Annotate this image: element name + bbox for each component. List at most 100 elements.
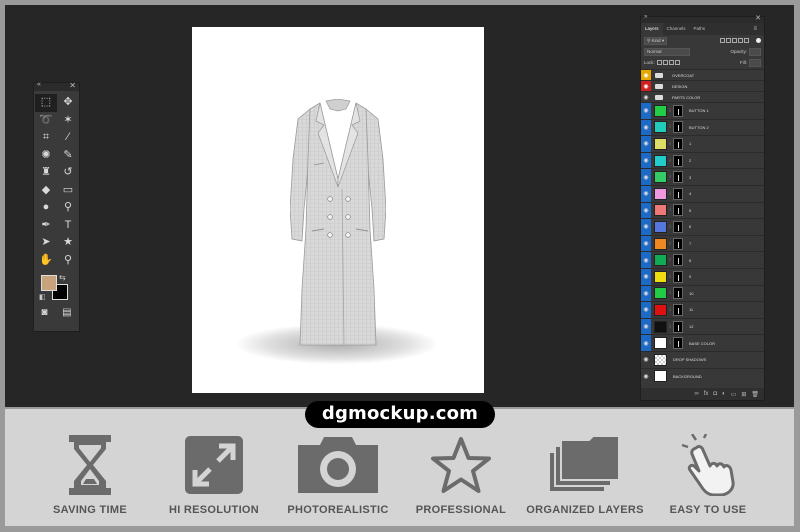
crop-tool-icon[interactable]: ⌗ xyxy=(35,129,57,147)
visibility-eye-icon[interactable]: ◉ xyxy=(641,136,651,152)
layer-thumbnail[interactable] xyxy=(654,154,667,167)
hand-tool-icon[interactable]: ✋ xyxy=(35,252,57,270)
layer-thumbnail[interactable] xyxy=(654,220,667,233)
brush-tool-icon[interactable]: ✎ xyxy=(57,147,79,165)
visibility-eye-icon[interactable]: ◉ xyxy=(641,185,651,202)
visibility-eye-icon[interactable]: ◉ xyxy=(641,202,651,219)
layer-thumbnail[interactable] xyxy=(654,370,667,383)
layer-mask-thumbnail[interactable] xyxy=(673,121,683,134)
lasso-tool-icon[interactable]: ➰ xyxy=(35,112,57,130)
eyedropper-tool-icon[interactable]: ⁄ xyxy=(57,129,79,147)
close-icon[interactable]: ✕ xyxy=(755,14,761,22)
link-icon[interactable]: ⁝ xyxy=(668,254,672,266)
layer-thumbnail[interactable] xyxy=(654,353,667,366)
adjustment-layer-icon[interactable]: ◐ xyxy=(722,391,726,397)
layer-row[interactable]: ◉ PARTS COLOR xyxy=(641,91,764,102)
collapse-icon[interactable]: « xyxy=(37,81,41,88)
move-tool-icon[interactable]: ✥ xyxy=(57,94,79,112)
visibility-eye-icon[interactable]: ◉ xyxy=(641,352,651,368)
visibility-eye-icon[interactable]: ◉ xyxy=(641,318,651,335)
layer-mask-thumbnail[interactable] xyxy=(673,320,683,333)
layer-mask-thumbnail[interactable] xyxy=(673,220,683,233)
blend-mode-select[interactable]: Normal xyxy=(644,47,690,56)
layer-mask-thumbnail[interactable] xyxy=(673,204,683,217)
link-icon[interactable]: ⁝ xyxy=(668,321,672,333)
layer-thumbnail[interactable] xyxy=(654,171,667,184)
foreground-color-swatch[interactable] xyxy=(41,275,57,291)
layer-mask-thumbnail[interactable] xyxy=(673,303,683,316)
layer-row[interactable]: ◉ DROP SHADOWS xyxy=(641,350,764,368)
eraser-tool-icon[interactable]: ◆ xyxy=(35,182,57,200)
layer-row[interactable]: ◉ ⁝ 3 xyxy=(641,168,764,185)
layer-row[interactable]: ◉ ⁝ BUTTON 2 xyxy=(641,118,764,136)
layer-row[interactable]: ◉ ⁝ 5 xyxy=(641,201,764,219)
healing-brush-tool-icon[interactable]: ✺ xyxy=(35,147,57,165)
clone-stamp-tool-icon[interactable]: ♜ xyxy=(35,164,57,182)
blur-tool-icon[interactable]: ● xyxy=(35,199,57,217)
zoom-tool-icon[interactable]: ⚲ xyxy=(57,252,79,270)
layer-mask-thumbnail[interactable] xyxy=(673,254,683,267)
add-mask-icon[interactable]: ◘ xyxy=(713,391,717,397)
layer-style-icon[interactable]: fx xyxy=(704,391,709,397)
type-tool-icon[interactable]: T xyxy=(57,217,79,235)
layer-thumbnail[interactable] xyxy=(654,237,667,250)
layer-mask-thumbnail[interactable] xyxy=(673,154,683,167)
layer-mask-thumbnail[interactable] xyxy=(673,187,683,200)
close-icon[interactable]: ✕ xyxy=(69,81,76,90)
link-icon[interactable]: ⁝ xyxy=(668,337,672,349)
link-icon[interactable]: ⁝ xyxy=(668,204,672,216)
lock-icons[interactable] xyxy=(656,59,681,66)
layer-row[interactable]: ◉ ⁝ 2 xyxy=(641,151,764,169)
visibility-eye-icon[interactable]: ◉ xyxy=(641,119,651,136)
new-group-icon[interactable]: ▭ xyxy=(731,391,737,398)
history-brush-tool-icon[interactable]: ↺ xyxy=(57,164,79,182)
collapse-icon[interactable]: » xyxy=(644,14,647,20)
layer-row[interactable]: ◉ ⁝ 7 xyxy=(641,234,764,252)
marquee-tool-icon[interactable]: ⬚ xyxy=(35,94,57,112)
default-colors-icon[interactable]: ◧ xyxy=(39,293,46,301)
layer-row[interactable]: ◉ ⁝ 12 xyxy=(641,317,764,335)
visibility-eye-icon[interactable]: ◉ xyxy=(641,219,651,235)
layer-row[interactable]: ◉ BACKGROUND xyxy=(641,367,764,385)
layer-thumbnail[interactable] xyxy=(654,121,667,134)
quick-mask-icon[interactable]: ◙ xyxy=(41,307,47,318)
screen-mode-icon[interactable]: ▤ xyxy=(62,307,71,318)
visibility-eye-icon[interactable]: ◉ xyxy=(641,285,651,302)
path-selection-tool-icon[interactable]: ➤ xyxy=(35,234,57,252)
layer-row[interactable]: ◉ ⁝ 4 xyxy=(641,184,764,202)
layer-row[interactable]: ◉ OVERCOAT xyxy=(641,69,764,80)
swap-colors-icon[interactable]: ⇆ xyxy=(59,273,66,282)
layer-row[interactable]: ◉ ⁝ 9 xyxy=(641,267,764,285)
layer-thumbnail[interactable] xyxy=(654,270,667,283)
link-icon[interactable]: ⁝ xyxy=(668,171,672,183)
visibility-eye-icon[interactable]: ◉ xyxy=(641,335,651,351)
visibility-eye-icon[interactable]: ◉ xyxy=(641,92,651,102)
layer-row[interactable]: ◉ ⁝ 1 xyxy=(641,135,764,152)
link-icon[interactable]: ⁝ xyxy=(668,188,672,200)
layer-row[interactable]: ◉ ⁝ 6 xyxy=(641,218,764,235)
layer-row[interactable]: ◉ ⁝ 11 xyxy=(641,301,764,318)
layer-mask-thumbnail[interactable] xyxy=(673,237,683,250)
new-layer-icon[interactable]: ⊞ xyxy=(741,391,746,398)
link-icon[interactable]: ⁝ xyxy=(668,121,672,133)
pen-tool-icon[interactable]: ✒ xyxy=(35,217,57,235)
delete-layer-icon[interactable]: 🗑 xyxy=(751,391,759,398)
layer-thumbnail[interactable] xyxy=(654,303,667,316)
layer-row[interactable]: ◉ ⁝ 8 xyxy=(641,251,764,268)
layer-thumbnail[interactable] xyxy=(654,204,667,217)
link-icon[interactable]: ⁝ xyxy=(668,271,672,283)
layer-mask-thumbnail[interactable] xyxy=(673,337,683,350)
visibility-eye-icon[interactable]: ◉ xyxy=(641,152,651,169)
kind-filter[interactable]: ⚲ Kind ▾ xyxy=(644,36,668,45)
link-icon[interactable]: ⁝ xyxy=(668,238,672,250)
link-layers-icon[interactable]: ∞ xyxy=(694,391,698,397)
dodge-tool-icon[interactable]: ⚲ xyxy=(57,199,79,217)
tab-paths[interactable]: Paths xyxy=(690,23,710,35)
link-icon[interactable]: ⁝ xyxy=(668,287,672,299)
visibility-eye-icon[interactable]: ◉ xyxy=(641,252,651,268)
layer-mask-thumbnail[interactable] xyxy=(673,287,683,300)
filter-icons[interactable] xyxy=(720,37,750,44)
link-icon[interactable]: ⁝ xyxy=(668,138,672,150)
layer-mask-thumbnail[interactable] xyxy=(673,270,683,283)
link-icon[interactable]: ⁝ xyxy=(668,155,672,167)
